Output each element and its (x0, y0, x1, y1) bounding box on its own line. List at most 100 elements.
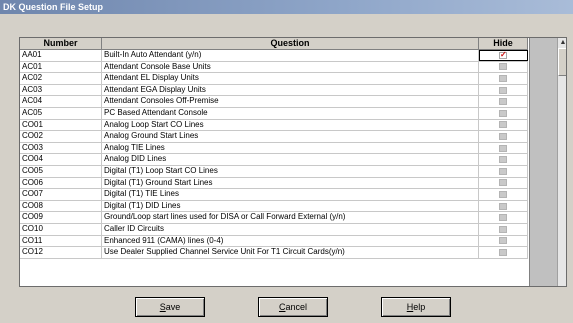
hide-checkbox[interactable] (499, 237, 507, 245)
column-header-hide[interactable]: Hide (479, 38, 528, 49)
cell-hide[interactable] (479, 165, 528, 177)
table-row[interactable]: CO02 Analog Ground Start Lines (20, 131, 528, 143)
hide-checkbox[interactable] (499, 202, 507, 210)
table-row[interactable]: CO10 Caller ID Circuits (20, 223, 528, 236)
save-button[interactable]: Save (135, 297, 205, 317)
cell-number[interactable]: CO05 (20, 165, 102, 177)
cell-question[interactable]: Attendant EGA Display Units (102, 84, 479, 96)
table-row[interactable]: CO03 Analog TIE Lines (20, 142, 528, 155)
table-row[interactable]: AC01 Attendant Console Base Units (20, 61, 528, 74)
cell-number[interactable]: CO08 (20, 200, 102, 212)
cell-question[interactable]: Attendant EL Display Units (102, 73, 479, 84)
cell-hide[interactable] (479, 50, 528, 61)
cell-number[interactable]: CO01 (20, 119, 102, 131)
cell-question[interactable]: Enhanced 911 (CAMA) lines (0-4) (102, 235, 479, 247)
hide-checkbox[interactable] (499, 156, 507, 164)
cell-number[interactable]: AA01 (20, 50, 102, 61)
cell-hide[interactable] (479, 61, 528, 73)
table-row[interactable]: CO09 Ground/Loop start lines used for DIS… (20, 212, 528, 224)
hide-checkbox[interactable] (499, 98, 507, 106)
cell-number[interactable]: AC04 (20, 96, 102, 107)
cell-number[interactable]: AC05 (20, 107, 102, 119)
table-row[interactable]: AA01 Built-In Auto Attendant (y/n) (20, 50, 528, 62)
question-grid[interactable]: Number Question Hide AA01 Built-In Auto A… (19, 37, 567, 287)
cell-hide[interactable] (479, 131, 528, 142)
table-row[interactable]: CO11 Enhanced 911 (CAMA) lines (0-4) (20, 235, 528, 248)
cell-hide[interactable] (479, 154, 528, 165)
hide-checkbox[interactable] (499, 167, 507, 175)
cell-question[interactable]: Ground/Loop start lines used for DISA or… (102, 212, 479, 223)
cell-question[interactable]: Analog Ground Start Lines (102, 131, 479, 142)
cell-question[interactable]: PC Based Attendant Console (102, 107, 479, 119)
column-header-question[interactable]: Question (102, 38, 479, 49)
table-row[interactable]: CO06 Digital (T1) Ground Start Lines (20, 177, 528, 190)
cell-question[interactable]: Analog DID Lines (102, 154, 479, 165)
cell-hide[interactable] (479, 177, 528, 189)
table-row[interactable]: CO12 Use Dealer Supplied Channel Service … (20, 247, 528, 259)
cell-question[interactable]: Digital (T1) Loop Start CO Lines (102, 165, 479, 177)
cell-number[interactable]: CO03 (20, 142, 102, 154)
cell-number[interactable]: AC01 (20, 61, 102, 73)
cell-question[interactable]: Digital (T1) DID Lines (102, 200, 479, 212)
column-header-number[interactable]: Number (20, 38, 102, 49)
cell-hide[interactable] (479, 189, 528, 200)
hide-checkbox[interactable] (499, 86, 507, 94)
scroll-thumb[interactable] (558, 48, 566, 76)
cell-question[interactable]: Built-In Auto Attendant (y/n) (102, 50, 479, 61)
cell-hide[interactable] (479, 107, 528, 119)
cell-question[interactable]: Digital (T1) TIE Lines (102, 189, 479, 200)
hide-checkbox[interactable] (499, 132, 507, 140)
cell-number[interactable]: CO10 (20, 223, 102, 235)
table-row[interactable]: CO05 Digital (T1) Loop Start CO Lines (20, 165, 528, 178)
cell-question[interactable]: Attendant Console Base Units (102, 61, 479, 73)
table-row[interactable]: AC05 PC Based Attendant Console (20, 107, 528, 120)
cell-hide[interactable] (479, 84, 528, 96)
table-row[interactable]: CO08 Digital (T1) DID Lines (20, 200, 528, 213)
hide-checkbox[interactable] (499, 179, 507, 187)
cell-number[interactable]: CO04 (20, 154, 102, 165)
cell-hide[interactable] (479, 212, 528, 223)
cell-number[interactable]: AC03 (20, 84, 102, 96)
cell-question[interactable]: Digital (T1) Ground Start Lines (102, 177, 479, 189)
hide-checkbox[interactable] (499, 248, 507, 256)
hide-checkbox[interactable] (499, 63, 507, 71)
cell-question[interactable]: Analog TIE Lines (102, 142, 479, 154)
hide-checkbox[interactable] (499, 109, 507, 117)
cell-question[interactable]: Analog Loop Start CO Lines (102, 119, 479, 131)
cancel-button[interactable]: Cancel (258, 297, 328, 317)
vertical-scrollbar[interactable]: ▲ (557, 38, 566, 286)
hide-checkbox[interactable] (499, 74, 507, 82)
table-row[interactable]: CO04 Analog DID Lines (20, 154, 528, 166)
cell-number[interactable]: CO11 (20, 235, 102, 247)
table-row[interactable]: CO07 Digital (T1) TIE Lines (20, 189, 528, 201)
table-row[interactable]: AC02 Attendant EL Display Units (20, 73, 528, 85)
table-row[interactable]: AC04 Attendant Consoles Off-Premise (20, 96, 528, 108)
hide-checkbox[interactable] (499, 214, 507, 222)
cell-question[interactable]: Attendant Consoles Off-Premise (102, 96, 479, 107)
cell-hide[interactable] (479, 96, 528, 107)
cell-hide[interactable] (479, 223, 528, 235)
table-row[interactable]: AC03 Attendant EGA Display Units (20, 84, 528, 97)
cell-number[interactable]: CO07 (20, 189, 102, 200)
cell-hide[interactable] (479, 142, 528, 154)
cell-number[interactable]: CO02 (20, 131, 102, 142)
cell-hide[interactable] (479, 200, 528, 212)
cell-question[interactable]: Use Dealer Supplied Channel Service Unit… (102, 247, 479, 258)
cell-hide[interactable] (479, 119, 528, 131)
cell-question[interactable]: Caller ID Circuits (102, 223, 479, 235)
hide-checkbox[interactable] (499, 121, 507, 129)
cell-number[interactable]: CO12 (20, 247, 102, 258)
scroll-up-icon[interactable]: ▲ (558, 38, 566, 48)
cell-hide[interactable] (479, 73, 528, 84)
cell-number[interactable]: CO09 (20, 212, 102, 223)
hide-checkbox[interactable] (499, 190, 507, 198)
cell-hide[interactable] (479, 247, 528, 258)
table-row[interactable]: CO01 Analog Loop Start CO Lines (20, 119, 528, 132)
hide-checkbox[interactable] (499, 50, 507, 60)
help-button[interactable]: Help (381, 297, 451, 317)
hide-checkbox[interactable] (499, 225, 507, 233)
cell-number[interactable]: CO06 (20, 177, 102, 189)
cell-number[interactable]: AC02 (20, 73, 102, 84)
cell-hide[interactable] (479, 235, 528, 247)
hide-checkbox[interactable] (499, 144, 507, 152)
